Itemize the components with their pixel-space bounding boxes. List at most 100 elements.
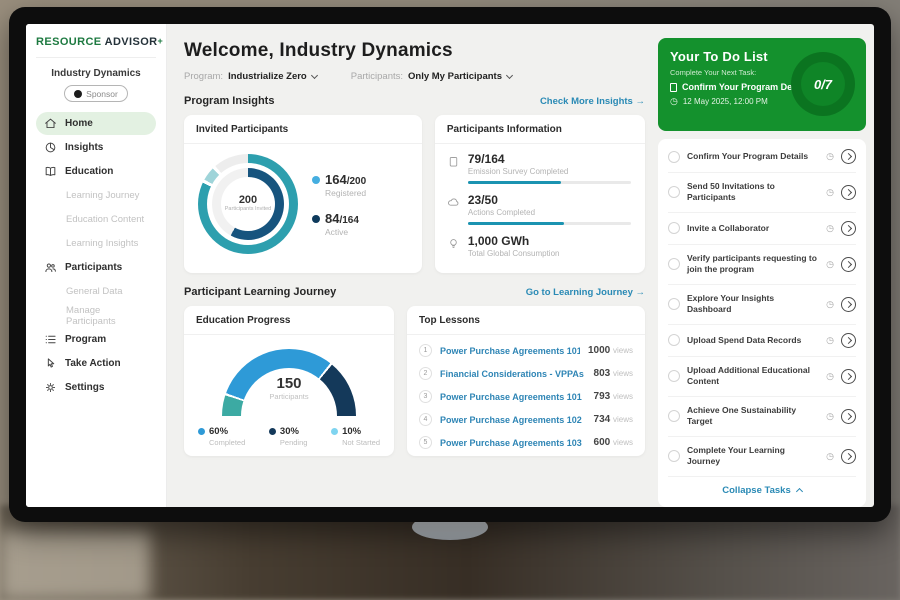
lesson-rank: 4 — [419, 413, 432, 426]
sidebar-item-settings[interactable]: Settings — [36, 376, 156, 399]
lesson-row[interactable]: 4 Power Purchase Agreements 102 734 view… — [419, 408, 633, 431]
todo-checkbox[interactable] — [668, 450, 680, 462]
collapse-tasks-link[interactable]: Collapse Tasks — [668, 477, 856, 505]
chevron-right-button[interactable] — [841, 297, 856, 312]
todo-item[interactable]: Explore Your Insights Dashboard ◷ — [668, 285, 856, 325]
sidebar-item-label: Participants — [65, 262, 122, 273]
lesson-row[interactable]: 3 Power Purchase Agreements 101 793 view… — [419, 385, 633, 408]
lesson-rank: 3 — [419, 390, 432, 403]
sidebar-item-insights[interactable]: Insights — [36, 136, 156, 159]
arrow-right-icon: → — [636, 287, 646, 298]
info-value: 79/164 — [468, 152, 631, 166]
todo-checkbox[interactable] — [668, 186, 680, 198]
participants-information-card: Participants Information 79/164 Emission… — [435, 115, 645, 273]
sidebar-item-label: Settings — [65, 382, 104, 393]
todo-checkbox[interactable] — [668, 151, 680, 163]
participants-value: Only My Participants — [408, 71, 502, 82]
lesson-title-link[interactable]: Power Purchase Agreements 101 — [440, 346, 580, 356]
donut-center-value: 200 — [239, 194, 257, 206]
todo-item-label: Upload Spend Data Records — [687, 335, 819, 346]
settings-icon — [44, 381, 57, 394]
todo-item[interactable]: Verify participants requesting to join t… — [668, 245, 856, 285]
learning-journey-header: Participant Learning Journey Go to Learn… — [184, 286, 645, 298]
todo-item[interactable]: Upload Additional Educational Content ◷ — [668, 357, 856, 397]
chevron-right-button[interactable] — [841, 369, 856, 384]
chevron-right-button[interactable] — [841, 333, 856, 348]
sidebar-item-label: Learning Insights — [66, 238, 138, 249]
chevron-right-button[interactable] — [841, 409, 856, 424]
todo-item[interactable]: Upload Spend Data Records ◷ — [668, 325, 856, 357]
legend-percent: 30% — [280, 426, 308, 437]
sidebar-item-participants[interactable]: Participants — [36, 256, 156, 279]
legend-value: 164/200 — [325, 172, 366, 187]
todo-checkbox[interactable] — [668, 258, 680, 270]
section-title: Program Insights — [184, 95, 274, 107]
todo-checkbox[interactable] — [668, 410, 680, 422]
sidebar-item-home[interactable]: Home — [36, 112, 156, 135]
gauge-legend: 60% Completed 30% Pending 10% Not Starte… — [184, 416, 394, 447]
lesson-title-link[interactable]: Power Purchase Agreements 103 — [440, 438, 586, 448]
participants-icon — [44, 261, 57, 274]
legend-dot-icon — [269, 428, 276, 435]
todo-item[interactable]: Achieve One Sustainability Target ◷ — [668, 397, 856, 437]
participants-dropdown[interactable]: Participants: Only My Participants — [351, 71, 512, 82]
info-label: Emission Survey Completed — [468, 167, 631, 176]
info-value: 23/50 — [468, 193, 631, 207]
go-to-learning-journey-link[interactable]: Go to Learning Journey → — [526, 287, 645, 298]
lesson-row[interactable]: 5 Power Purchase Agreements 103 600 view… — [419, 431, 633, 454]
sidebar-item-general-data[interactable]: General Data — [36, 280, 156, 303]
collapse-label: Collapse Tasks — [722, 485, 790, 496]
todo-item[interactable]: Complete Your Learning Journey ◷ — [668, 437, 856, 477]
sidebar-item-label: Program — [65, 334, 106, 345]
chevron-down-icon — [311, 71, 318, 78]
sidebar-item-learning-journey[interactable]: Learning Journey — [36, 184, 156, 207]
lessons-list: 1 Power Purchase Agreements 101 1000 vie… — [407, 335, 645, 454]
program-icon — [44, 333, 57, 346]
lesson-views: 1000 views — [588, 345, 633, 356]
lesson-title-link[interactable]: Financial Considerations - VPPAs — [440, 369, 586, 379]
gauge-legend-item: 10% Not Started — [331, 426, 380, 447]
lesson-rank: 2 — [419, 367, 432, 380]
invited-participants-card: Invited Participants 200 Participants In… — [184, 115, 422, 273]
lesson-title-link[interactable]: Power Purchase Agreements 102 — [440, 415, 586, 425]
clock-icon: ◷ — [826, 371, 834, 382]
todo-checkbox[interactable] — [668, 298, 680, 310]
chevron-right-button[interactable] — [841, 149, 856, 164]
clock-icon: ◷ — [826, 151, 834, 162]
chevron-right-button[interactable] — [841, 449, 856, 464]
sidebar-item-take-action[interactable]: Take Action — [36, 352, 156, 375]
sidebar-item-learning-insights[interactable]: Learning Insights — [36, 232, 156, 255]
page-title: Welcome, Industry Dynamics — [184, 40, 645, 62]
lesson-title-link[interactable]: Power Purchase Agreements 101 — [440, 392, 586, 402]
sidebar-item-education[interactable]: Education — [36, 160, 156, 183]
sponsor-label: Sponsor — [86, 89, 118, 99]
chevron-right-button[interactable] — [841, 257, 856, 272]
monitor-frame: RESOURCE ADVISOR+ Industry Dynamics Spon… — [9, 7, 891, 522]
chevron-right-button[interactable] — [841, 185, 856, 200]
take-action-icon — [44, 357, 57, 370]
gauge-center-label: Participants — [222, 392, 356, 401]
todo-item[interactable]: Confirm Your Program Details ◷ — [668, 141, 856, 173]
legend-label: Completed — [209, 438, 245, 447]
clock-icon: ◷ — [826, 335, 834, 346]
sidebar-item-manage-participants[interactable]: Manage Participants — [36, 304, 156, 327]
chevron-right-button[interactable] — [841, 221, 856, 236]
check-more-insights-link[interactable]: Check More Insights → — [540, 96, 645, 107]
section-title: Participant Learning Journey — [184, 286, 336, 298]
todo-item[interactable]: Send 50 Invitations to Participants ◷ — [668, 173, 856, 213]
sidebar-item-program[interactable]: Program — [36, 328, 156, 351]
todo-checkbox[interactable] — [668, 370, 680, 382]
sidebar-item-label: Home — [65, 118, 93, 129]
insights-icon — [44, 141, 57, 154]
todo-checkbox[interactable] — [668, 334, 680, 346]
program-dropdown[interactable]: Program: Industrialize Zero — [184, 71, 317, 82]
sidebar-item-label: Education — [65, 166, 113, 177]
lesson-row[interactable]: 1 Power Purchase Agreements 101 1000 vie… — [419, 339, 633, 362]
sidebar-item-label: General Data — [66, 286, 123, 297]
org-name: Industry Dynamics — [36, 68, 156, 79]
sidebar-nav: Home Insights Education Learning JourneyEdu… — [36, 112, 156, 399]
todo-checkbox[interactable] — [668, 222, 680, 234]
lesson-row[interactable]: 2 Financial Considerations - VPPAs 803 v… — [419, 362, 633, 385]
sidebar-item-education-content[interactable]: Education Content — [36, 208, 156, 231]
todo-item[interactable]: Invite a Collaborator ◷ — [668, 213, 856, 245]
